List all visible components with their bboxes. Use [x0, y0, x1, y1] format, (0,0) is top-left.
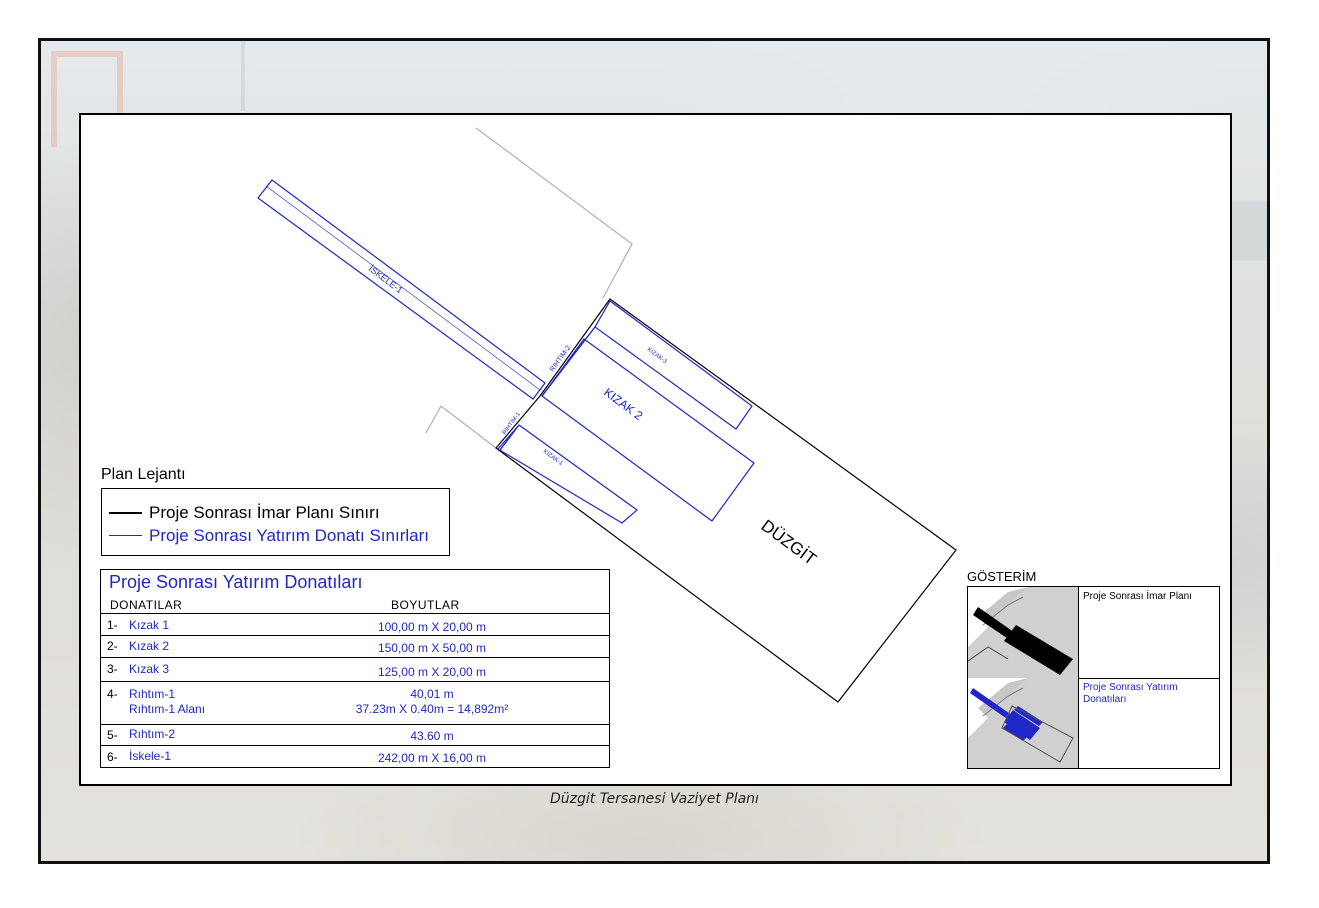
column-header-name: DONATILAR	[110, 598, 183, 612]
iskele-1-label: İSKELE-1	[367, 264, 405, 296]
legend-item-facility-boundary: Proje Sonrası Yatırım Donatı Sınırları	[109, 524, 449, 547]
kizak-1-label: KIZAK-1	[542, 449, 564, 468]
blue-line-swatch	[109, 535, 142, 536]
legend-box: Proje Sonrası İmar Planı Sınırı Proje So…	[101, 488, 450, 556]
gosterim-item-plan: Proje Sonrası İmar Planı	[968, 587, 1219, 679]
facilities-table: Proje Sonrası Yatırım Donatıları DONATIL…	[100, 569, 610, 768]
table-row: 6- İskele-1 242,00 m X 16,00 m	[101, 745, 609, 768]
gosterim-title: GÖSTERİM	[967, 569, 1037, 584]
table-row: 4- Rıhtım-1 Rıhtım-1 Alanı 40,01 m 37.23…	[101, 681, 609, 725]
gosterim-label: Proje Sonrası Yatırım Donatıları	[1083, 682, 1178, 705]
neighbour-outline-lower	[425, 405, 497, 449]
gosterim-item-facilities: Proje Sonrası Yatırım Donatıları	[968, 678, 1219, 768]
column-header-dim: BOYUTLAR	[391, 598, 460, 612]
kizak-1-outline	[497, 424, 638, 524]
duzgit-label: DÜZGİT	[758, 516, 820, 569]
legend-item-plan-boundary: Proje Sonrası İmar Planı Sınırı	[109, 501, 449, 524]
table-row: 5- Rıhtım-2 43.60 m	[101, 724, 609, 746]
black-line-swatch	[109, 511, 142, 514]
facilities-thumbnail	[968, 678, 1079, 768]
kizak-2-label: KIZAK 2	[601, 385, 645, 423]
facilities-title: Proje Sonrası Yatırım Donatıları	[109, 572, 363, 592]
legend-label: Proje Sonrası Yatırım Donatı Sınırları	[149, 525, 429, 545]
site-plan-drawing: İSKELE-1 RIHTIM-2 RIHTIM-1 KIZAK-3 KIZAK…	[257, 127, 957, 703]
kizak-3-label: KIZAK-3	[646, 347, 668, 366]
figure-caption: Düzgit Tersanesi Vaziyet Planı	[550, 791, 759, 807]
neighbour-outline	[475, 127, 633, 299]
table-row: 3- Kızak 3 125,00 m X 20,00 m	[101, 657, 609, 682]
legend-label: Proje Sonrası İmar Planı Sınırı	[149, 502, 380, 522]
plan-boundary-thumbnail	[968, 587, 1079, 678]
gosterim-box: Proje Sonrası İmar Planı Proje Sonrası Y…	[967, 586, 1220, 769]
legend-title: Plan Lejantı	[101, 466, 186, 483]
gosterim-label: Proje Sonrası İmar Planı	[1083, 591, 1192, 602]
rihtim-2-line	[541, 326, 596, 397]
kizak-3-outline	[594, 300, 753, 430]
table-row: 2- Kızak 2 150,00 m X 50,00 m	[101, 635, 609, 658]
table-row: 1- Kızak 1 100,00 m X 20,00 m	[101, 613, 609, 636]
